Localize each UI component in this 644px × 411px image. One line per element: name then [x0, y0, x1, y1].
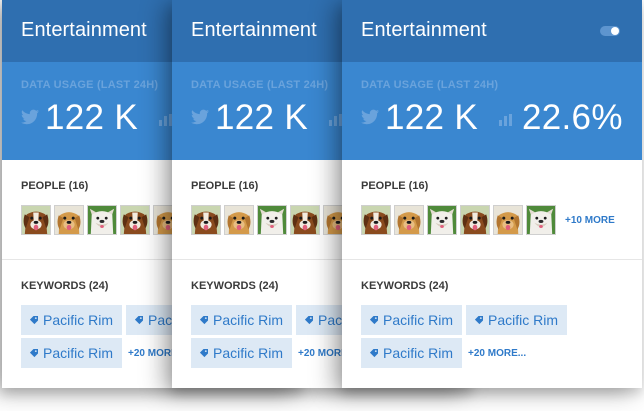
tag-icon [29, 349, 38, 358]
section-divider [342, 259, 642, 260]
avatar[interactable] [54, 205, 84, 235]
keyword-tag[interactable]: Pacific Rim [361, 338, 463, 368]
avatar[interactable] [21, 205, 51, 235]
data-usage-label: DATA USAGE (LAST 24H) [21, 79, 159, 91]
avatar[interactable] [526, 205, 556, 235]
tag-icon [199, 349, 208, 358]
avatar[interactable] [427, 205, 457, 235]
data-usage-panel: DATA USAGE (LAST 24H) 122 K 22.6% [342, 62, 642, 160]
people-label: PEOPLE (16) [21, 180, 89, 192]
keyword-tag-label: Pacific Rim [43, 345, 114, 361]
keyword-tag[interactable]: Pacific Rim [191, 305, 293, 335]
avatar[interactable] [87, 205, 117, 235]
toggle-switch[interactable] [600, 26, 620, 36]
keyword-tag[interactable]: Pacific Rim [191, 338, 293, 368]
avatar[interactable] [290, 205, 320, 235]
people-label: PEOPLE (16) [191, 180, 259, 192]
dashboard-card-3: Entertainment DATA USAGE (LAST 24H) 122 … [342, 0, 642, 388]
card-header: Entertainment [342, 0, 642, 62]
more-people-link[interactable]: +10 MORE [565, 215, 615, 226]
tweet-count: 122 K [215, 98, 308, 137]
data-usage-label: DATA USAGE (LAST 24H) [191, 79, 329, 91]
keyword-tag-label: Pacific Rim [488, 312, 559, 328]
keyword-tags: Pacific Rim Pacific Rim Pacific Rim +20 … [361, 305, 642, 371]
tag-icon [134, 316, 143, 325]
tag-icon [474, 316, 483, 325]
tweet-count: 122 K [45, 98, 138, 137]
twitter-icon [191, 109, 209, 125]
card-title: Entertainment [361, 19, 487, 41]
people-avatars: +10 MORE [361, 205, 615, 235]
keyword-tag[interactable]: Pacific Rim [466, 305, 568, 335]
tag-icon [304, 316, 313, 325]
more-keywords-link[interactable]: +20 MORE [298, 348, 348, 359]
avatar[interactable] [224, 205, 254, 235]
avatar[interactable] [394, 205, 424, 235]
bar-chart-icon [499, 114, 513, 126]
avatar[interactable] [191, 205, 221, 235]
twitter-icon [361, 109, 379, 125]
tag-icon [369, 316, 378, 325]
keyword-tag-label: Pacific Rim [43, 312, 114, 328]
keyword-tag-label: Pacific Rim [213, 312, 284, 328]
avatar[interactable] [257, 205, 287, 235]
avatar[interactable] [460, 205, 490, 235]
more-keywords-link[interactable]: +20 MORE... [468, 348, 526, 359]
tag-icon [29, 316, 38, 325]
keyword-tag[interactable]: Pacific Rim [21, 305, 123, 335]
tag-icon [369, 349, 378, 358]
avatar[interactable] [361, 205, 391, 235]
people-label: PEOPLE (16) [361, 180, 429, 192]
bar-chart-icon [159, 114, 173, 126]
avatar[interactable] [493, 205, 523, 235]
more-keywords-link[interactable]: +20 MORE [128, 348, 178, 359]
keyword-tag-label: Pacific Rim [213, 345, 284, 361]
keyword-tag[interactable]: Pacific Rim [361, 305, 463, 335]
card-title: Entertainment [21, 19, 147, 41]
bar-chart-icon [329, 114, 343, 126]
twitter-icon [21, 109, 39, 125]
tag-icon [199, 316, 208, 325]
keyword-tag-label: Pacific Rim [383, 312, 454, 328]
avatar[interactable] [120, 205, 150, 235]
people-avatars [21, 205, 183, 235]
keyword-tag[interactable]: Pacific Rim [21, 338, 123, 368]
keywords-label: KEYWORDS (24) [191, 280, 279, 292]
toggle-knob [611, 27, 619, 35]
keywords-label: KEYWORDS (24) [361, 280, 449, 292]
keyword-tag-label: Pacific Rim [383, 345, 454, 361]
card-title: Entertainment [191, 19, 317, 41]
data-usage-label: DATA USAGE (LAST 24H) [361, 79, 499, 91]
people-avatars [191, 205, 353, 235]
tweet-count: 122 K [385, 98, 478, 137]
keywords-label: KEYWORDS (24) [21, 280, 109, 292]
usage-percent: 22.6% [522, 98, 623, 137]
